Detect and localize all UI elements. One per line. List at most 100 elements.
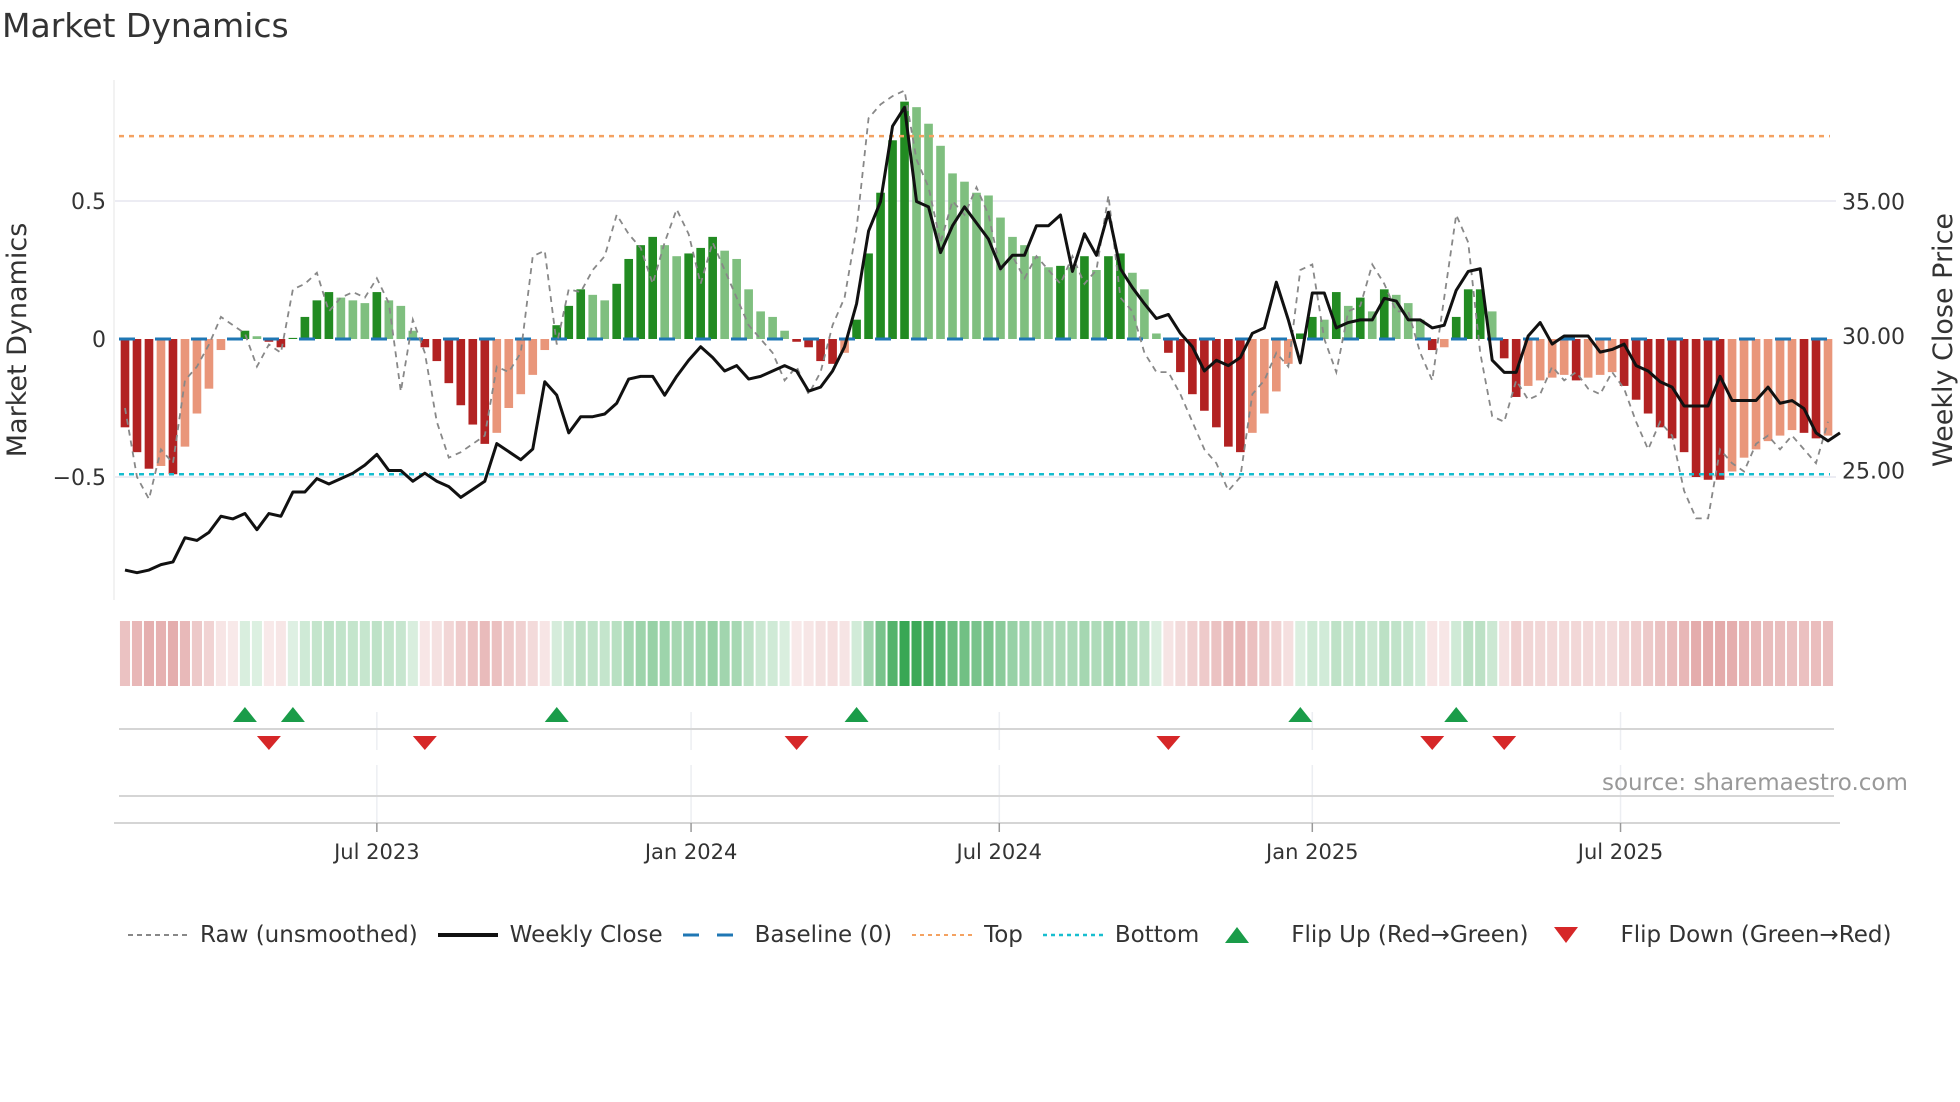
legend-item-flip-down: Flip Down (Green→Red) (1548, 922, 1891, 948)
heat-cell (923, 621, 934, 686)
heat-cell (1115, 621, 1126, 686)
heat-cell (1403, 621, 1414, 686)
legend-label-baseline: Baseline (0) (754, 922, 893, 948)
heat-cell (1655, 621, 1666, 686)
momentum-bar (1703, 339, 1713, 480)
flip-up-marker (1444, 707, 1469, 722)
heat-cell (1019, 621, 1030, 686)
heat-cell (1319, 621, 1330, 686)
momentum-bar (216, 339, 226, 351)
heat-cell (1715, 621, 1726, 686)
heat-cell (203, 621, 214, 686)
momentum-bar (888, 140, 897, 339)
heat-cell (299, 621, 310, 686)
heat-cell (131, 621, 143, 686)
heat-cell (1103, 621, 1114, 686)
momentum-bar (576, 289, 586, 339)
heat-cell (1055, 621, 1066, 686)
heat-cell (767, 621, 778, 686)
momentum-bar (1535, 339, 1545, 381)
momentum-bar (312, 300, 322, 339)
heat-cell (1175, 621, 1186, 686)
heat-cell (1703, 621, 1714, 686)
heat-cell (335, 621, 346, 686)
heat-cell (551, 621, 562, 686)
momentum-bar (120, 339, 130, 428)
heat-cell (1822, 621, 1834, 686)
momentum-bar (432, 339, 442, 362)
flip-down-marker (412, 736, 437, 750)
heat-cell (1271, 621, 1282, 686)
top-line-swatch (912, 934, 973, 936)
momentum-bar (180, 339, 190, 447)
heat-cell (815, 621, 826, 686)
momentum-bar (456, 339, 466, 406)
heat-cell (1583, 621, 1594, 686)
heat-cell (1475, 621, 1486, 686)
heat-cell (1331, 621, 1342, 686)
momentum-bar (1092, 270, 1101, 339)
heat-cell (563, 621, 574, 686)
heat-cell (707, 621, 718, 686)
legend-item-raw: Raw (unsmoothed) (128, 922, 418, 948)
heat-cell (1211, 621, 1222, 686)
heat-cell (1774, 621, 1786, 686)
momentum-bars (120, 101, 1833, 480)
heat-cell (1559, 621, 1570, 686)
heat-cell (1163, 621, 1174, 686)
flip-up-marker (280, 707, 305, 722)
legend-item-close: Weekly Close (437, 922, 663, 948)
flip-up-marker (844, 707, 869, 722)
heat-cell (875, 621, 886, 686)
heat-cell (1439, 621, 1450, 686)
heat-cell (227, 621, 238, 686)
heat-cell (1667, 621, 1678, 686)
y2-tick-label: 30.00 (1842, 325, 1905, 350)
heat-cell (1511, 621, 1522, 686)
heat-cell (791, 621, 802, 686)
momentum-bar (192, 339, 202, 414)
momentum-bar (168, 339, 178, 475)
momentum-bar (684, 253, 693, 339)
momentum-bar (480, 339, 490, 444)
heat-cell (311, 621, 322, 686)
heat-cell (1463, 621, 1474, 686)
x-tick-label: Jul 2023 (332, 840, 419, 864)
momentum-bar (468, 339, 478, 425)
heat-cell (1067, 621, 1078, 686)
heat-cell (887, 621, 898, 686)
momentum-bar (1451, 316, 1461, 339)
momentum-bar (1691, 339, 1701, 477)
heat-cell (1487, 621, 1498, 686)
momentum-bar (204, 339, 214, 389)
heat-cell (599, 621, 610, 686)
momentum-bar (1248, 339, 1257, 433)
legend-label-flip-up: Flip Up (Red→Green) (1291, 922, 1529, 948)
momentum-bar (696, 247, 705, 339)
heat-cell (323, 621, 334, 686)
heat-cell (1151, 621, 1162, 686)
momentum-bar (1787, 339, 1797, 431)
momentum-bar (660, 245, 669, 339)
heat-cell (1547, 621, 1558, 686)
heat-cell (1619, 621, 1630, 686)
momentum-bar (1260, 339, 1269, 414)
momentum-bar (672, 256, 681, 339)
momentum-bar (372, 292, 382, 339)
heat-cell (395, 621, 406, 686)
heat-cell (1091, 621, 1102, 686)
heat-cell (1631, 621, 1642, 686)
momentum-bar (1080, 256, 1089, 339)
heat-cell (119, 621, 131, 686)
heat-cell (455, 621, 466, 686)
momentum-bar (612, 283, 622, 339)
y-axis-label: Market Dynamics (2, 223, 33, 458)
heat-cell (1355, 621, 1366, 686)
momentum-bar (1775, 339, 1785, 436)
momentum-bar (504, 339, 514, 408)
momentum-bar (1272, 339, 1281, 392)
heat-cell (995, 621, 1006, 686)
legend-label-bottom: Bottom (1114, 922, 1200, 948)
heat-cell (1643, 621, 1654, 686)
heat-cell (839, 621, 850, 686)
